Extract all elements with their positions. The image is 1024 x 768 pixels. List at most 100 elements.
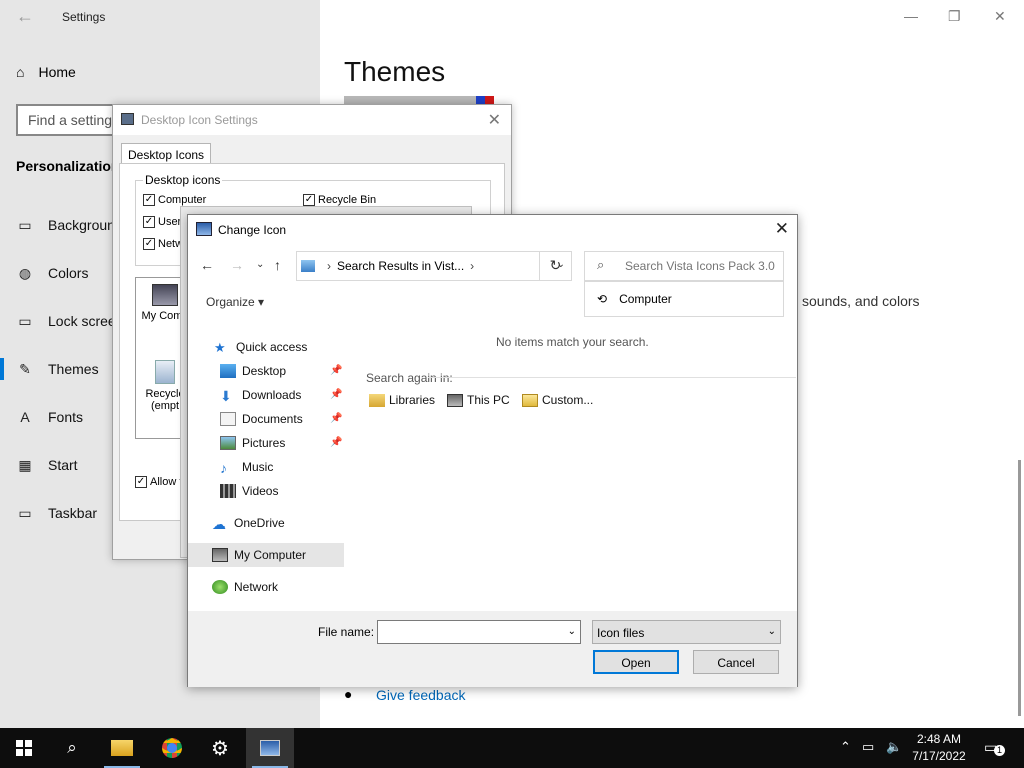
checkbox-user[interactable]: ✓ User — [143, 216, 181, 228]
pin-icon[interactable]: 📌 — [330, 413, 342, 424]
file-name-input[interactable]: ⌄ — [377, 620, 581, 644]
chevron-right-icon: › — [327, 259, 331, 273]
desktop-icon-settings-button[interactable] — [246, 728, 294, 768]
tree-item-label: OneDrive — [234, 516, 285, 530]
checkbox-computer[interactable]: ✓ Computer — [143, 194, 206, 206]
dialog-titlebar: Change Icon ✕ — [188, 215, 797, 245]
sidebar-item-taskbar[interactable]: ▭ Taskbar — [16, 501, 97, 525]
home-icon: ⌂ — [16, 64, 25, 80]
clock[interactable]: 2:48 AM 7/17/2022 — [900, 731, 978, 765]
sidebar-item-label: Fonts — [48, 409, 84, 425]
search-button[interactable]: ⌕ — [48, 728, 96, 768]
desktop-settings-icon — [260, 740, 280, 756]
tree-item-downloads[interactable]: ⬇ Downloads — [220, 385, 301, 405]
sidebar-item-themes[interactable]: ✎ Themes — [16, 357, 98, 381]
computer-icon — [212, 548, 228, 562]
sidebar-item-label: Taskbar — [48, 505, 98, 521]
tree-item-label: Quick access — [236, 340, 308, 354]
tree-item-my-computer[interactable]: My Computer — [212, 545, 306, 565]
nav-home-label: Home — [38, 64, 76, 80]
forward-arrow-icon[interactable]: → — [230, 257, 244, 273]
theme-color-swatch — [476, 96, 494, 104]
downloads-icon: ⬇ — [220, 388, 232, 404]
sidebar-item-lock-screen[interactable]: ▭ Lock screen — [16, 309, 123, 333]
change-icon-app-icon — [196, 222, 212, 236]
theme-preview — [344, 96, 492, 104]
network-icon — [212, 580, 228, 594]
minimize-button[interactable]: — — [904, 8, 918, 24]
pin-icon[interactable]: 📌 — [330, 365, 342, 376]
pin-icon[interactable]: 📌 — [330, 389, 342, 400]
search-icon: ⌕ — [597, 257, 605, 272]
chevron-right-icon: › — [470, 259, 475, 273]
tree-item-music[interactable]: ♪ Music — [220, 457, 273, 477]
clock-time: 2:48 AM — [916, 732, 962, 746]
dialog-title: Desktop Icon Settings — [141, 113, 258, 127]
chevron-up-icon[interactable]: ⌃ — [840, 739, 851, 755]
star-icon: ★ — [214, 340, 226, 355]
nav-home[interactable]: ⌂ Home — [16, 64, 76, 80]
refresh-button[interactable]: ↻ — [539, 251, 571, 281]
sidebar-item-fonts[interactable]: A Fonts — [16, 405, 83, 429]
search-again-this-pc[interactable]: This PC — [447, 393, 510, 407]
address-bar[interactable]: › Search Results in Vist... › ⌄ — [296, 251, 572, 281]
tree-item-onedrive[interactable]: ☁ OneDrive — [212, 513, 285, 533]
file-explorer-button[interactable] — [98, 728, 146, 768]
recycle-bin-icon — [155, 360, 175, 384]
search-input[interactable] — [623, 257, 779, 275]
give-feedback-link[interactable]: Give feedback — [376, 687, 466, 703]
notifications-button[interactable]: ▭ 1 — [984, 739, 1005, 757]
tree-item-network[interactable]: Network — [212, 577, 278, 597]
checkbox-label: Recycle Bin — [318, 194, 377, 206]
organize-label: Organize — [206, 295, 255, 309]
settings-button[interactable]: ⚙ — [196, 728, 244, 768]
close-button[interactable]: ✕ — [994, 8, 1006, 25]
close-icon[interactable]: ✕ — [775, 219, 789, 239]
sidebar-item-label: Colors — [48, 265, 89, 281]
maximize-button[interactable]: ❐ — [948, 8, 961, 25]
up-arrow-icon[interactable]: ↑ — [274, 257, 281, 273]
search-again-libraries[interactable]: Libraries — [369, 393, 435, 407]
group-label: Desktop icons — [143, 173, 223, 187]
sidebar-item-start[interactable]: ▦ Start — [16, 453, 78, 477]
tree-item-label: Network — [234, 580, 279, 594]
back-arrow-icon[interactable]: ← — [200, 257, 214, 273]
refresh-icon: ↻ — [549, 257, 562, 273]
search-field[interactable]: ⌕ — [584, 251, 784, 281]
checkbox-recycle-bin[interactable]: ✓ Recycle Bin — [303, 194, 376, 206]
search-suggestion-computer[interactable]: ⟲ Computer — [584, 281, 784, 317]
close-icon[interactable]: ✕ — [488, 110, 501, 130]
tree-item-label: Downloads — [242, 388, 302, 402]
theme-description: sounds, and colors — [802, 293, 920, 309]
tree-item-pictures[interactable]: Pictures — [220, 433, 285, 453]
computer-icon — [447, 393, 463, 407]
sidebar-item-colors[interactable]: ◍ Colors — [16, 261, 89, 285]
tree-item-desktop[interactable]: Desktop — [220, 361, 286, 381]
sidebar-item-background[interactable]: ▭ Background — [16, 213, 122, 237]
checkbox-checked-icon: ✓ — [143, 216, 155, 228]
back-arrow-icon[interactable]: ← — [16, 6, 34, 27]
cloud-icon: ☁ — [212, 516, 226, 532]
dialog-titlebar: Desktop Icon Settings ✕ — [113, 105, 511, 135]
cancel-button[interactable]: Cancel — [693, 650, 779, 674]
sidebar-item-label: Start — [48, 457, 78, 473]
checkbox-network[interactable]: ✓ Netw — [143, 238, 183, 250]
chrome-button[interactable] — [148, 728, 196, 768]
open-button[interactable]: Open — [593, 650, 679, 674]
start-button[interactable] — [0, 728, 48, 768]
tree-item-quick-access[interactable]: ★ Quick access — [214, 337, 307, 357]
file-type-select[interactable]: Icon files ⌄ — [592, 620, 781, 644]
tree-item-videos[interactable]: Videos — [220, 481, 278, 501]
search-again-custom[interactable]: Custom... — [522, 393, 593, 407]
tree-item-documents[interactable]: Documents — [220, 409, 303, 429]
checkbox-allow-themes[interactable]: ✓ Allow t — [135, 476, 182, 488]
recent-dropdown-icon[interactable]: ⌄ — [256, 259, 264, 270]
scrollbar[interactable] — [1018, 460, 1021, 716]
network-status-icon[interactable]: ▭ — [862, 739, 874, 755]
pin-icon[interactable]: 📌 — [330, 437, 342, 448]
windows-logo-icon — [16, 740, 32, 756]
organize-button[interactable]: Organize ▾ — [206, 295, 264, 309]
checkbox-checked-icon: ✓ — [303, 194, 315, 206]
file-list-pane[interactable] — [348, 319, 796, 611]
chevron-down-icon[interactable]: ⌄ — [568, 626, 576, 637]
